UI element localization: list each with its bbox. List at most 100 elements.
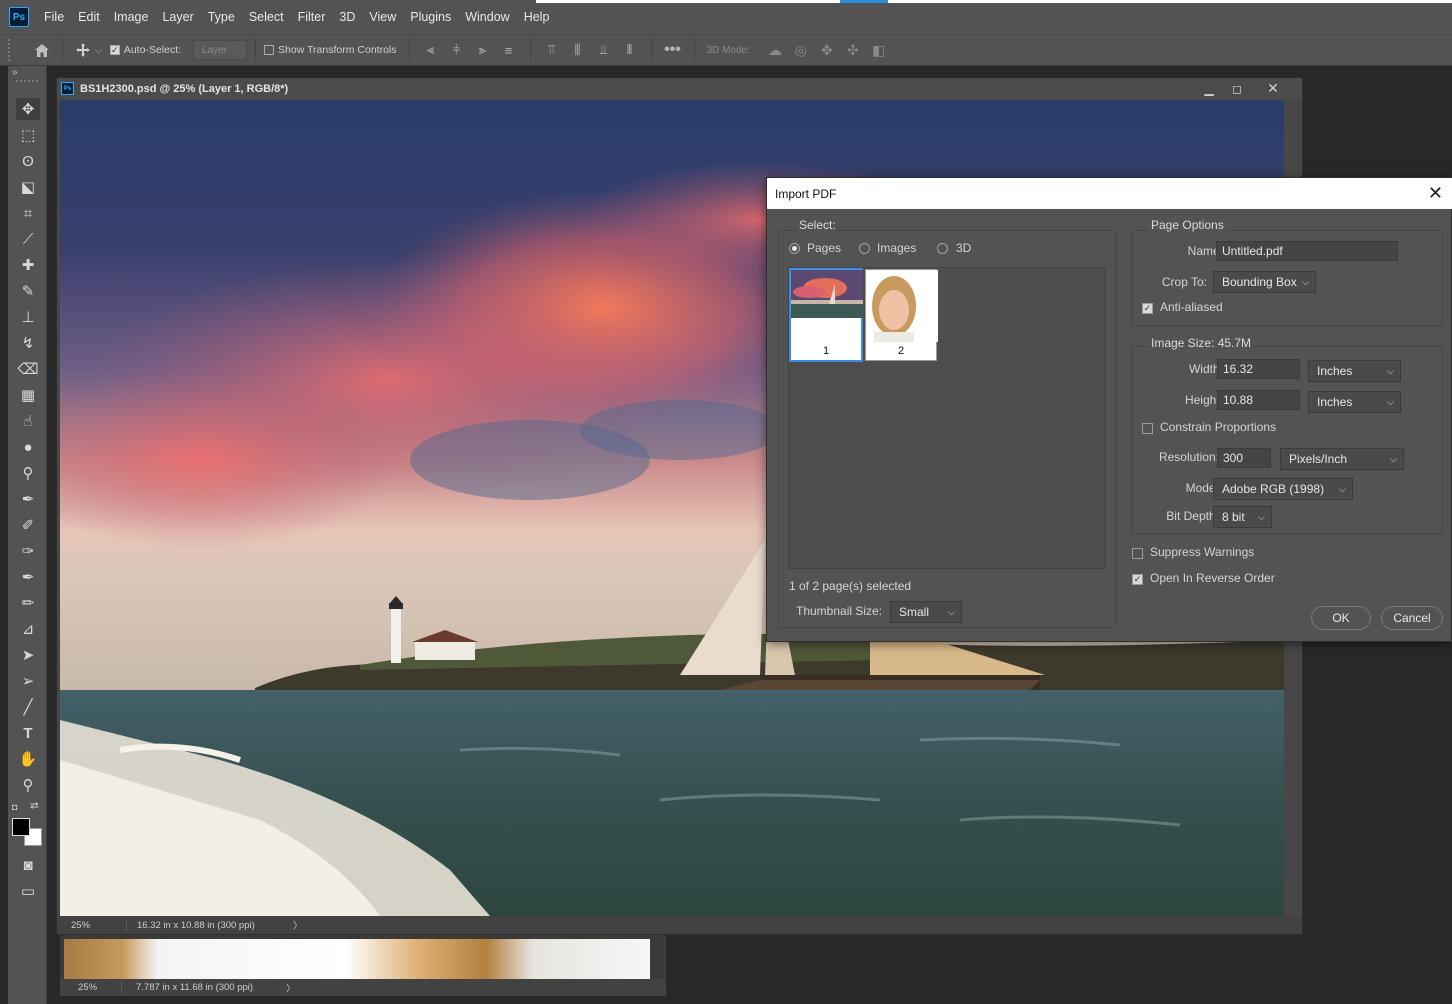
checkbox-checked-icon[interactable]: ✓ <box>109 45 120 55</box>
eraser-tool-icon[interactable]: ⌫ <box>16 358 40 380</box>
align-right-icon[interactable]: ⫸ <box>470 42 496 58</box>
constrain-proportions-label[interactable]: Constrain Proportions <box>1160 420 1276 434</box>
gradient-tool-icon[interactable]: ▦ <box>16 384 40 406</box>
align-bottom-icon[interactable]: ⫫ <box>591 42 617 58</box>
menu-edit[interactable]: Edit <box>71 0 107 34</box>
show-transform-controls-checkbox[interactable]: Show Transform Controls <box>264 44 397 56</box>
panel-grip[interactable] <box>16 80 38 83</box>
line-tool-icon[interactable]: ╱ <box>16 696 40 718</box>
menu-help[interactable]: Help <box>517 0 557 34</box>
zoom-level[interactable]: 25% <box>60 982 122 993</box>
anti-aliased-checkbox[interactable]: ✓ <box>1142 303 1153 314</box>
menu-filter[interactable]: Filter <box>291 0 333 34</box>
close-icon[interactable]: ✕ <box>1259 78 1287 99</box>
3d-scale-icon[interactable]: ◧ <box>866 42 892 59</box>
crop-tool-icon[interactable]: ⌗ <box>16 202 40 224</box>
clone-stamp-tool-icon[interactable]: ⊥ <box>16 306 40 328</box>
add-anchor-point-tool-icon[interactable]: ✒ <box>16 566 40 588</box>
thumbnail-size-select[interactable]: Small ⌵ <box>890 601 962 623</box>
menu-window[interactable]: Window <box>458 0 516 34</box>
align-horizontal-center-icon[interactable]: ⫩ <box>444 42 470 58</box>
blur-tool-icon[interactable]: ● <box>16 436 40 458</box>
pen-tool-icon[interactable]: ✒ <box>16 488 40 510</box>
menu-image[interactable]: Image <box>107 0 156 34</box>
3d-roll-icon[interactable]: ◎ <box>788 42 814 59</box>
dodge-tool-icon[interactable]: ⚲ <box>16 462 40 484</box>
suppress-warnings-checkbox[interactable] <box>1132 548 1143 559</box>
menu-select[interactable]: Select <box>242 0 291 34</box>
page-thumbnails-list[interactable]: 1 2 <box>788 267 1106 569</box>
page-thumbnail[interactable]: 1 <box>790 269 863 361</box>
options-grip[interactable] <box>8 39 16 61</box>
collapse-panel-icon[interactable]: » <box>12 67 18 78</box>
path-selection-tool-icon[interactable]: ➤ <box>16 644 40 666</box>
menu-layer[interactable]: Layer <box>155 0 200 34</box>
auto-select-checkbox[interactable]: ✓ Auto-Select: <box>109 44 181 56</box>
images-radio-label[interactable]: Images <box>877 241 916 255</box>
content-aware-move-tool-icon[interactable]: ✏ <box>16 592 40 614</box>
swap-colors-icon[interactable]: ⮂ <box>30 800 39 813</box>
anti-aliased-label[interactable]: Anti-aliased <box>1160 300 1223 314</box>
zoom-tool-icon[interactable]: ⚲ <box>16 774 40 796</box>
open-in-reverse-order-checkbox[interactable]: ✓ <box>1132 574 1143 585</box>
more-options-icon[interactable]: ••• <box>660 41 686 59</box>
name-input[interactable]: Untitled.pdf <box>1216 241 1398 261</box>
width-unit-select[interactable]: Inches ⌵ <box>1308 360 1401 382</box>
chevron-right-icon[interactable]: 〉 <box>286 981 296 995</box>
convert-point-tool-icon[interactable]: ⊿ <box>16 618 40 640</box>
close-icon[interactable]: ✕ <box>1428 182 1443 204</box>
quick-mask-icon[interactable]: ◙ <box>16 854 40 876</box>
move-tool-icon[interactable]: ✥ <box>16 98 40 120</box>
portrait-canvas-image[interactable] <box>64 939 650 979</box>
background-document-window[interactable]: 25% 7.787 in x 11.68 in (300 ppi) 〉 <box>59 930 667 996</box>
chevron-down-icon[interactable]: ⌵ <box>95 45 102 56</box>
pages-radio-label[interactable]: Pages <box>807 241 841 255</box>
menu-view[interactable]: View <box>362 0 403 34</box>
zoom-level[interactable]: 25% <box>57 919 127 931</box>
brush-tool-icon[interactable]: ✎ <box>16 280 40 302</box>
3d-slide-icon[interactable]: ✣ <box>840 42 866 59</box>
3d-radio[interactable] <box>937 243 948 254</box>
hand-tool-icon[interactable]: ✋ <box>16 748 40 770</box>
move-tool-preset-icon[interactable] <box>71 38 95 62</box>
mode-select[interactable]: Adobe RGB (1998) ⌵ <box>1213 478 1353 500</box>
resolution-input[interactable]: 300 <box>1217 448 1271 468</box>
distribute-vertical-icon[interactable]: ≡ <box>496 43 522 58</box>
distribute-horizontal-icon[interactable]: ⦀ <box>617 42 643 58</box>
dialog-title-bar[interactable]: Import PDF <box>767 178 1452 209</box>
ok-button[interactable]: OK <box>1311 606 1371 630</box>
3d-pan-icon[interactable]: ✥ <box>814 42 840 59</box>
open-in-reverse-order-label[interactable]: Open In Reverse Order <box>1150 571 1275 585</box>
home-icon[interactable] <box>30 38 54 62</box>
auto-select-target-dropdown[interactable]: Layer <box>193 40 248 60</box>
width-input[interactable]: 16.32 <box>1217 359 1300 379</box>
pages-radio[interactable] <box>789 243 800 254</box>
menu-type[interactable]: Type <box>201 0 242 34</box>
page-thumbnail[interactable]: 2 <box>865 269 938 361</box>
menu-file[interactable]: File <box>37 0 71 34</box>
smudge-tool-icon[interactable]: ☝ <box>16 410 40 432</box>
lasso-tool-icon[interactable]: ʘ <box>16 150 40 172</box>
type-tool-icon[interactable]: T <box>16 722 40 744</box>
eyedropper-tool-icon[interactable]: ⟋ <box>16 228 40 250</box>
align-top-icon[interactable]: ⫪ <box>539 42 565 58</box>
freeform-pen-tool-icon[interactable]: ✐ <box>16 514 40 536</box>
maximize-icon[interactable]: ◻ <box>1223 78 1251 99</box>
align-left-icon[interactable]: ⫷ <box>418 42 444 58</box>
foreground-color-swatch[interactable] <box>12 818 30 836</box>
constrain-proportions-checkbox[interactable] <box>1142 423 1153 434</box>
minimize-icon[interactable]: ▁ <box>1195 78 1223 99</box>
resolution-unit-select[interactable]: Pixels/Inch ⌵ <box>1280 448 1404 470</box>
cancel-button[interactable]: Cancel <box>1381 606 1443 630</box>
screen-mode-icon[interactable]: ▭ <box>16 880 40 902</box>
checkbox-unchecked-icon[interactable] <box>264 45 275 55</box>
height-unit-select[interactable]: Inches ⌵ <box>1308 391 1401 413</box>
history-brush-tool-icon[interactable]: ↯ <box>16 332 40 354</box>
suppress-warnings-label[interactable]: Suppress Warnings <box>1150 545 1254 559</box>
height-input[interactable]: 10.88 <box>1217 390 1300 410</box>
menu-3d[interactable]: 3D <box>332 0 362 34</box>
default-colors-icon[interactable]: ◘ <box>12 802 17 812</box>
photoshop-logo-icon[interactable]: Ps <box>9 7 29 27</box>
bit-depth-select[interactable]: 8 bit ⌵ <box>1213 506 1272 528</box>
curvature-pen-tool-icon[interactable]: ✑ <box>16 540 40 562</box>
